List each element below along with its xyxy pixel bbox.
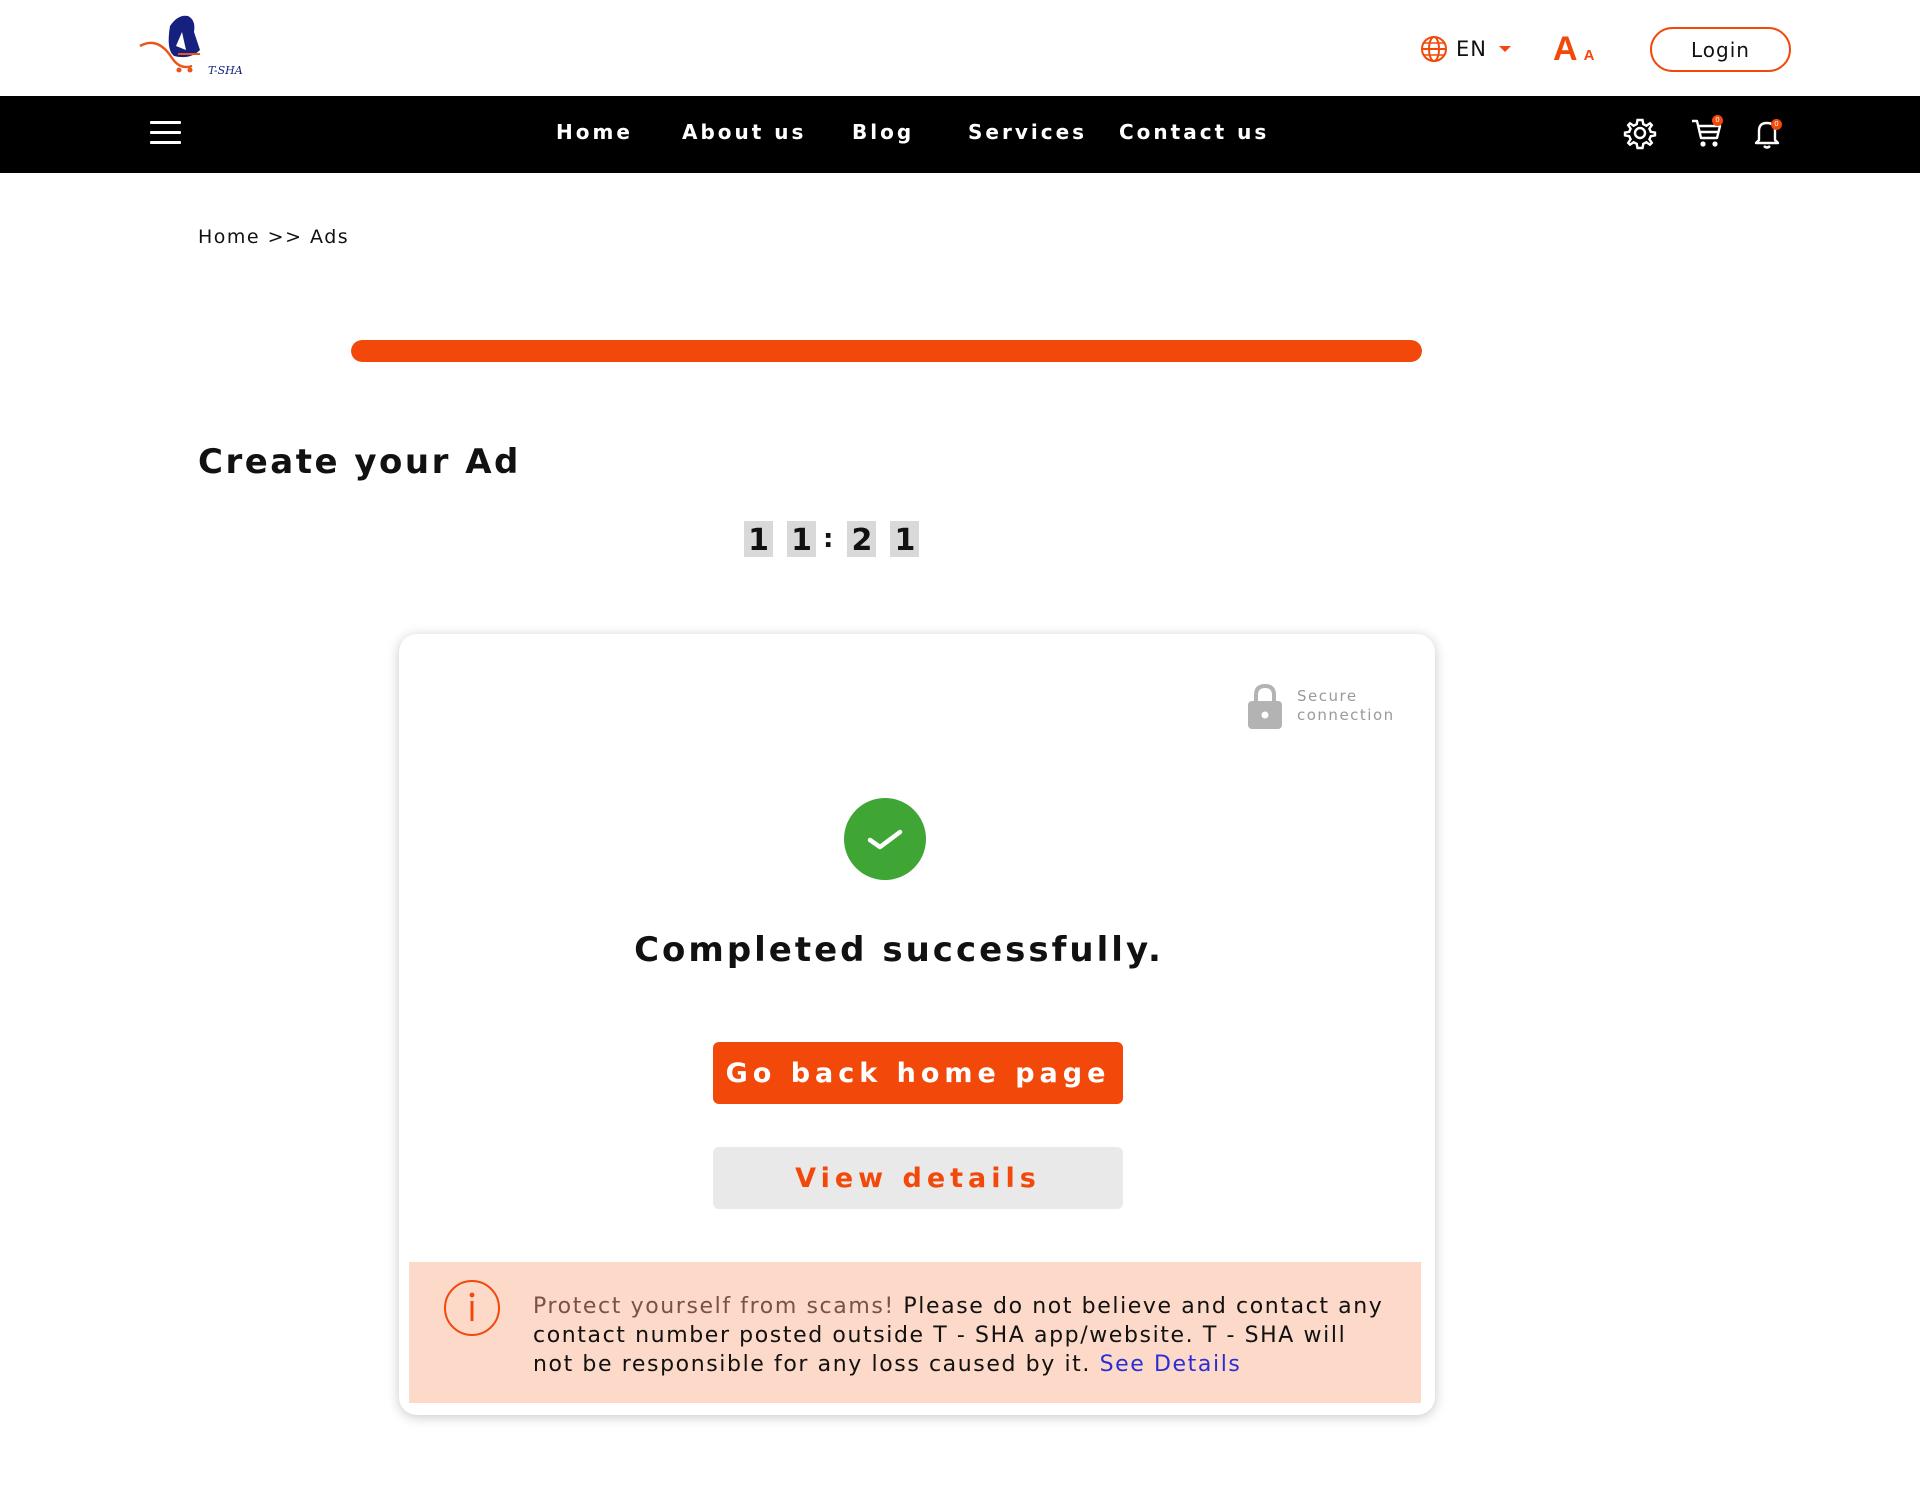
breadcrumb-home-link[interactable]: Home	[198, 226, 260, 248]
main-nav: Home About us Blog Services Contact us 0	[0, 96, 1920, 173]
gear-icon[interactable]	[1623, 116, 1659, 152]
bell-icon[interactable]: 0	[1750, 116, 1786, 152]
nav-link-services[interactable]: Services	[968, 120, 1087, 144]
globe-icon	[1421, 36, 1447, 62]
timer-digit: 1	[890, 521, 920, 558]
login-button[interactable]: Login	[1650, 27, 1791, 72]
font-size-toggle[interactable]: A A	[1553, 30, 1594, 69]
timer-separator: :	[823, 524, 834, 554]
countdown-timer: 1 1 : 2 1	[744, 521, 920, 558]
see-details-link[interactable]: See Details	[1100, 1352, 1242, 1377]
timer-digit: 2	[847, 521, 877, 558]
go-back-home-button[interactable]: Go back home page	[713, 1042, 1123, 1104]
timer-digit: 1	[744, 521, 773, 558]
nav-link-contact-us[interactable]: Contact us	[1119, 120, 1269, 144]
breadcrumb: Home >> Ads	[198, 226, 349, 248]
page-title: Create your Ad	[198, 442, 521, 482]
cart-badge: 0	[1712, 115, 1723, 126]
top-header: T-SHA EN A A Login	[0, 0, 1920, 96]
breadcrumb-separator: >>	[267, 226, 303, 248]
svg-text:T-SHA: T-SHA	[208, 64, 243, 77]
progress-bar-fill	[351, 340, 1422, 362]
language-label: EN	[1456, 37, 1487, 61]
nav-link-blog[interactable]: Blog	[852, 120, 914, 144]
warning-message: Protect yourself from scams! Please do n…	[533, 1292, 1393, 1379]
menu-icon[interactable]	[150, 121, 181, 147]
cart-icon[interactable]: 0	[1690, 115, 1726, 152]
font-size-large-icon: A	[1553, 30, 1578, 68]
notification-badge: 0	[1771, 119, 1782, 130]
warning-lead: Protect yourself from scams!	[533, 1294, 895, 1319]
progress-bar	[351, 340, 1422, 362]
lock-icon	[1248, 683, 1282, 729]
success-message: Completed successfully.	[634, 930, 1164, 970]
info-icon	[444, 1280, 500, 1336]
nav-link-home[interactable]: Home	[556, 120, 633, 144]
secure-label-line2: connection	[1297, 706, 1395, 724]
secure-label-line1: Secure	[1297, 687, 1358, 705]
secure-connection: Secure connection	[1247, 682, 1395, 730]
breadcrumb-current: Ads	[310, 226, 350, 248]
tsha-logo[interactable]: T-SHA	[138, 10, 248, 82]
view-details-button[interactable]: View details	[713, 1147, 1123, 1209]
chevron-down-icon	[1498, 46, 1511, 52]
check-circle-icon	[844, 798, 926, 880]
result-card: Secure connection Completed successfully…	[399, 634, 1435, 1415]
timer-digit: 1	[787, 521, 816, 558]
nav-link-about-us[interactable]: About us	[682, 120, 806, 144]
scam-warning: Protect yourself from scams! Please do n…	[409, 1262, 1421, 1403]
language-selector[interactable]: EN	[1420, 34, 1511, 64]
font-size-small-icon: A	[1583, 47, 1595, 64]
